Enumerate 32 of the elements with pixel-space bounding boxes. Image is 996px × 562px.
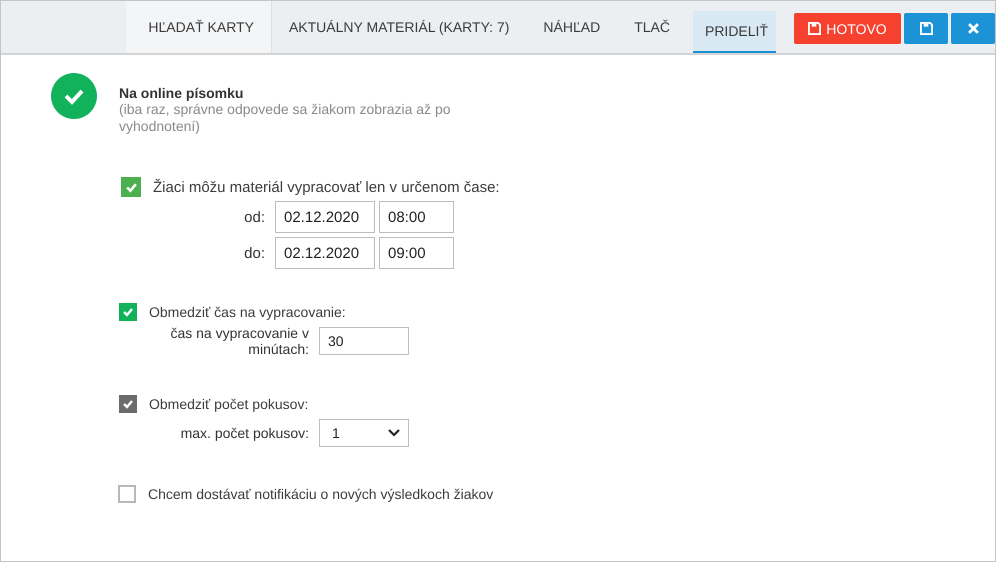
close-icon xyxy=(968,23,978,34)
checkbox[interactable] xyxy=(119,303,137,321)
tab[interactable]: PRIDELIŤ xyxy=(692,11,776,53)
checkbox[interactable] xyxy=(118,485,136,503)
field-label: čas na vypracovanie v minútach: xyxy=(169,325,309,357)
field-label: od: xyxy=(243,208,265,226)
tab[interactable]: NÁHĽAD xyxy=(526,1,618,53)
tab[interactable]: AKTUÁLNY MATERIÁL (KARTY: 7) xyxy=(272,1,526,53)
field-label: do: xyxy=(243,244,265,262)
chevron-down-icon xyxy=(388,429,400,437)
check-icon xyxy=(124,180,138,194)
checkbox-label: Chcem dostávať notifikáciu o nových výsledkoch žiakov xyxy=(148,486,494,502)
date-field[interactable]: 02.12.2020 xyxy=(275,201,375,233)
close-button[interactable] xyxy=(951,13,995,44)
save-button[interactable] xyxy=(904,13,948,44)
option-title: Na online písomku xyxy=(119,85,244,101)
tab[interactable]: TLAČ xyxy=(617,1,687,53)
minutes-field[interactable]: 30 xyxy=(319,327,409,355)
option-note: (iba raz, správne odpovede sa žiakom zobrazia až po vyhodnotení) xyxy=(119,101,452,135)
check-icon xyxy=(122,398,134,410)
date-field[interactable]: 02.12.2020 xyxy=(275,237,375,269)
checkbox-label: Žiaci môžu materiál vypracovať len v určenom čase: xyxy=(153,178,500,196)
tab[interactable]: HĽADAŤ KARTY xyxy=(126,1,272,53)
done-button[interactable]: HOTOVO xyxy=(794,13,901,44)
field-label: max. počet pokusov: xyxy=(180,425,309,441)
checkbox-label: Obmedziť počet pokusov: xyxy=(149,396,308,412)
check-circle-icon xyxy=(51,73,97,119)
checkbox-label: Obmedziť čas na vypracovanie: xyxy=(149,304,346,320)
checkbox[interactable] xyxy=(121,177,141,197)
time-field[interactable]: 08:00 xyxy=(379,201,454,233)
time-field[interactable]: 09:00 xyxy=(379,237,454,269)
check-icon xyxy=(122,306,134,318)
